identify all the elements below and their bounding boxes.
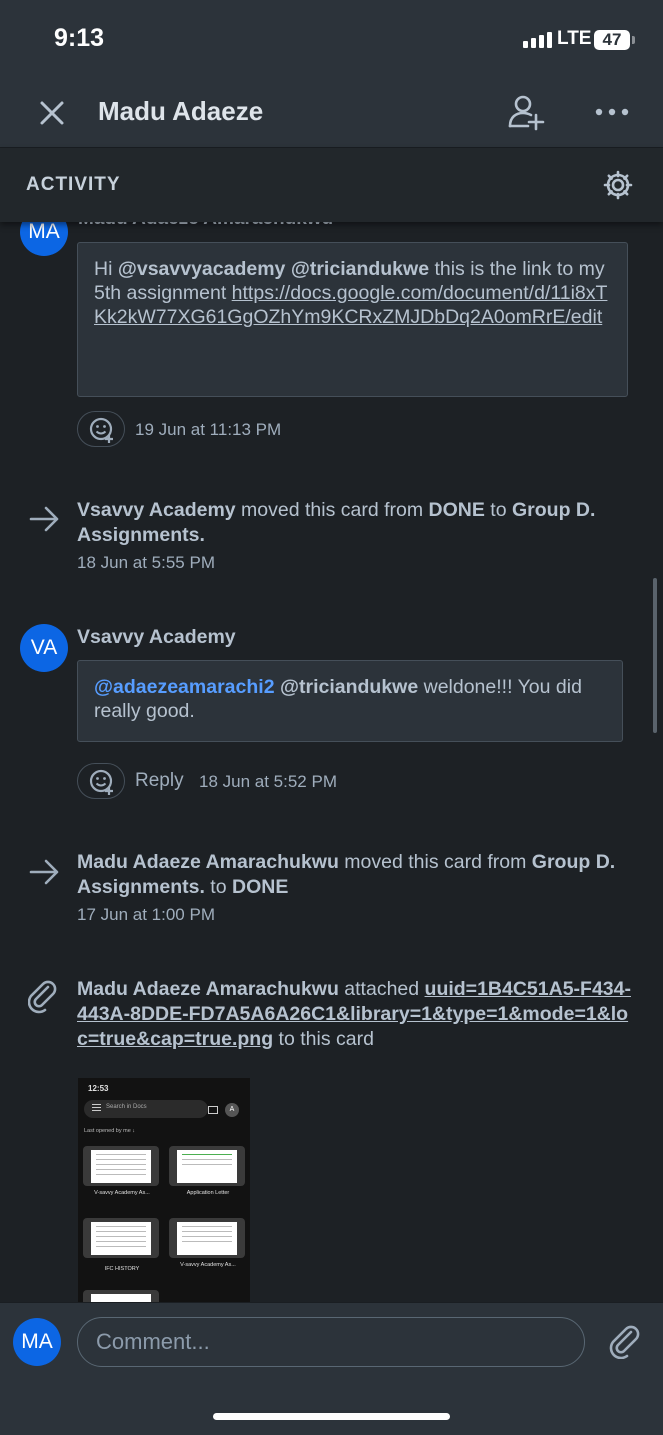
- list-name: DONE: [428, 499, 485, 521]
- comment-composer: MA Comment...: [0, 1302, 663, 1435]
- mention[interactable]: @vsavvyacademy: [118, 258, 286, 280]
- activity-move-text: Madu Adaeze Amarachukwu moved this card …: [77, 850, 637, 900]
- comment-timestamp[interactable]: 19 Jun at 11:13 PM: [135, 420, 281, 440]
- preview-section: Last opened by me ↓: [84, 1128, 136, 1134]
- activity-text: attached: [338, 978, 425, 1000]
- avatar[interactable]: VA: [20, 624, 68, 672]
- activity-text: moved this card from: [235, 499, 429, 521]
- activity-header: ACTIVITY: [0, 148, 663, 222]
- mention[interactable]: @triciandukwe: [280, 676, 418, 698]
- scrollbar[interactable]: [653, 578, 657, 733]
- move-arrow-icon: [29, 859, 59, 885]
- preview-search: Search in Docs: [84, 1100, 208, 1118]
- mention[interactable]: @adaezeamarachi2: [94, 676, 275, 698]
- list-name: DONE: [231, 876, 289, 898]
- activity-feed[interactable]: MA Madu Adaeze Amarachukwu Hi @vsavvyaca…: [0, 222, 663, 1302]
- preview-doc-title: Application Letter: [186, 1190, 230, 1196]
- preview-search-text: Search in Docs: [106, 1104, 147, 1110]
- attachment-icon: [28, 980, 57, 1014]
- actor-name[interactable]: Vsavvy Academy: [77, 499, 236, 521]
- menu-icon: [92, 1104, 101, 1105]
- preview-doc-title: V-savvy Academy As...: [180, 1262, 236, 1268]
- battery-nub: [632, 36, 635, 44]
- activity-text: to: [484, 499, 512, 521]
- preview-time: 12:53: [88, 1084, 109, 1093]
- comment-text: Hi: [94, 258, 118, 280]
- add-reaction-button[interactable]: [77, 411, 125, 447]
- comment-timestamp[interactable]: 18 Jun at 5:52 PM: [199, 772, 337, 792]
- actor-name[interactable]: Madu Adaeze Amarachukwu: [77, 978, 339, 1000]
- comment-body[interactable]: @adaezeamarachi2 @triciandukwe weldone!!…: [77, 660, 623, 742]
- activity-title: ACTIVITY: [26, 174, 121, 195]
- status-time: 9:13: [54, 24, 105, 52]
- avatar[interactable]: MA: [20, 222, 68, 256]
- settings-gear-icon[interactable]: [602, 169, 634, 201]
- preview-doc: [83, 1290, 159, 1302]
- reply-button[interactable]: Reply: [135, 770, 184, 792]
- comment-input[interactable]: Comment...: [77, 1317, 585, 1367]
- comment-placeholder: Comment...: [96, 1329, 210, 1354]
- emoji-add-icon: [89, 769, 113, 795]
- network-label: LTE: [557, 28, 592, 49]
- activity-timestamp[interactable]: 18 Jun at 5:55 PM: [77, 553, 215, 573]
- home-indicator[interactable]: [213, 1413, 450, 1420]
- add-reaction-button[interactable]: [77, 763, 125, 799]
- close-icon[interactable]: [36, 97, 68, 129]
- activity-timestamp[interactable]: 17 Jun at 1:00 PM: [77, 905, 215, 925]
- activity-move-text: Vsavvy Academy moved this card from DONE…: [77, 498, 637, 548]
- preview-doc: [169, 1146, 245, 1186]
- emoji-add-icon: [89, 417, 113, 443]
- comment-author[interactable]: Vsavvy Academy: [77, 625, 236, 650]
- folder-icon: [208, 1106, 218, 1114]
- comment-author: Madu Adaeze Amarachukwu: [78, 222, 333, 230]
- add-member-icon[interactable]: [506, 93, 546, 131]
- actor-name[interactable]: Madu Adaeze Amarachukwu: [77, 851, 339, 873]
- preview-doc-title: V-savvy Academy As...: [94, 1190, 150, 1196]
- activity-attach-text: Madu Adaeze Amarachukwu attached uuid=1B…: [77, 977, 637, 1052]
- preview-doc: [83, 1218, 159, 1258]
- card-title: Madu Adaeze: [98, 96, 264, 126]
- move-arrow-icon: [29, 506, 59, 532]
- attachment-thumbnail[interactable]: 12:53 Search in Docs A Last opened by me…: [78, 1078, 250, 1302]
- more-icon[interactable]: [594, 98, 630, 126]
- preview-account: A: [225, 1103, 239, 1117]
- avatar: MA: [13, 1318, 61, 1366]
- signal-icon: [523, 32, 552, 48]
- preview-doc-title: IFC HISTORY: [104, 1266, 140, 1272]
- activity-text: to: [204, 876, 232, 898]
- mention[interactable]: @triciandukwe: [291, 258, 429, 280]
- status-bar: 9:13 LTE 47: [0, 0, 663, 80]
- card-header: Madu Adaeze: [0, 80, 663, 148]
- attachment-icon[interactable]: [608, 1325, 642, 1359]
- preview-doc: [83, 1146, 159, 1186]
- comment-body[interactable]: Hi @vsavvyacademy @triciandukwe this is …: [77, 242, 628, 397]
- activity-text: moved this card from: [338, 851, 532, 873]
- battery-icon: 47: [594, 30, 630, 50]
- activity-text: to this card: [273, 1028, 374, 1050]
- preview-doc: [169, 1218, 245, 1258]
